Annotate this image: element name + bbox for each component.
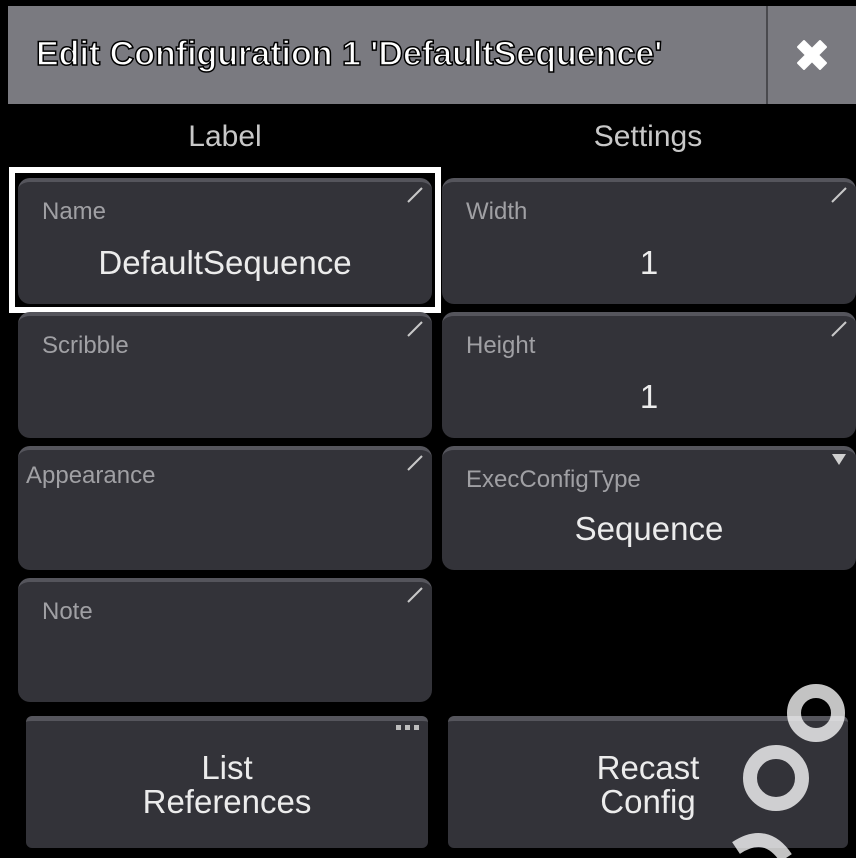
list-references-label: List References [142, 748, 312, 820]
edit-corner-icon [831, 187, 847, 203]
dialog-title: Edit Configuration 1 'DefaultSequence' [35, 34, 663, 74]
more-options-icon [396, 725, 419, 730]
appearance-field[interactable]: Appearance [18, 446, 432, 570]
close-button[interactable] [766, 6, 856, 104]
list-references-button[interactable]: List References [26, 716, 428, 848]
height-field[interactable]: Height 1 [442, 312, 856, 438]
exec-config-type-value: Sequence [574, 510, 724, 547]
note-field-label: Note [42, 598, 93, 625]
recast-config-button[interactable]: Recast Config [448, 716, 848, 848]
width-field-label: Width [466, 198, 528, 225]
column-header-label: Label [188, 120, 262, 153]
name-field[interactable]: Name DefaultSequence [18, 178, 432, 304]
scribble-field-label: Scribble [42, 332, 129, 359]
scribble-field[interactable]: Scribble [18, 312, 432, 438]
title-bar[interactable]: Edit Configuration 1 'DefaultSequence' [8, 6, 856, 104]
width-field[interactable]: Width 1 [442, 178, 856, 304]
exec-config-type-dropdown[interactable]: ExecConfigType Sequence [442, 446, 856, 570]
edit-corner-icon [407, 455, 423, 471]
edit-corner-icon [407, 321, 423, 337]
edit-corner-icon [407, 187, 423, 203]
dropdown-arrow-icon [832, 454, 846, 465]
edit-configuration-dialog: Edit Configuration 1 'DefaultSequence' L… [0, 0, 856, 858]
column-header-settings: Settings [593, 120, 703, 153]
height-field-value: 1 [639, 378, 659, 415]
recast-config-label: Recast Config [596, 748, 700, 820]
edit-corner-icon [407, 587, 423, 603]
note-field[interactable]: Note [18, 578, 432, 702]
exec-config-type-label: ExecConfigType [466, 466, 641, 493]
height-field-label: Height [466, 332, 536, 359]
name-field-value: DefaultSequence [98, 244, 352, 281]
width-field-value: 1 [639, 244, 659, 281]
close-x-icon [797, 40, 827, 70]
name-field-label: Name [42, 198, 107, 225]
edit-corner-icon [831, 321, 847, 337]
appearance-field-label: Appearance [26, 462, 156, 489]
